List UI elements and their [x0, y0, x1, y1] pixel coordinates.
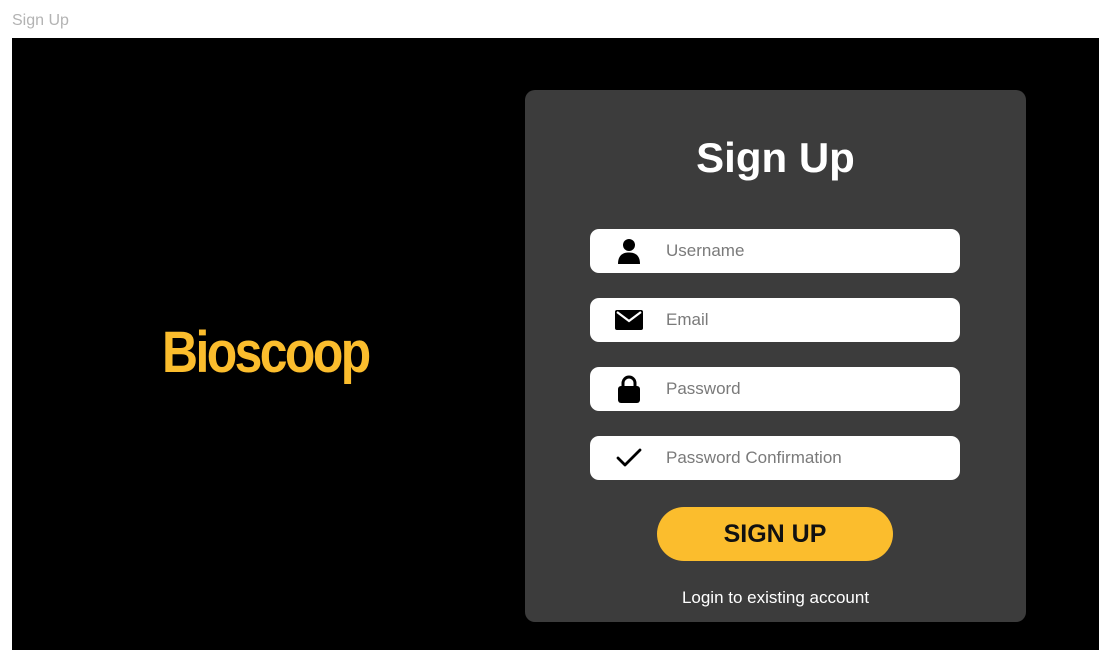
password-field-container[interactable]: [590, 367, 960, 411]
signup-screen: Bioscoop Sign Up Username Email SIGN UP …: [12, 38, 1099, 650]
brand-logo: Bioscoop: [162, 320, 371, 385]
page-title: Sign Up: [696, 134, 855, 181]
frame-label: Sign Up: [12, 12, 69, 29]
password-confirmation-field-container[interactable]: [590, 436, 960, 480]
password-input[interactable]: [666, 367, 946, 411]
password-confirmation-input[interactable]: [666, 436, 946, 480]
signup-card: Sign Up Username Email SIGN UP Login to …: [525, 90, 1026, 622]
email-input[interactable]: [666, 298, 946, 342]
lock-icon: [614, 375, 644, 403]
username-field-container[interactable]: [590, 229, 960, 273]
check-icon: [614, 444, 644, 472]
user-icon: [614, 237, 644, 265]
login-link[interactable]: Login to existing account: [525, 587, 1026, 609]
email-field-container[interactable]: [590, 298, 960, 342]
username-input[interactable]: [666, 229, 946, 273]
envelope-icon: [614, 306, 644, 334]
sign-up-button[interactable]: SIGN UP: [657, 507, 893, 561]
